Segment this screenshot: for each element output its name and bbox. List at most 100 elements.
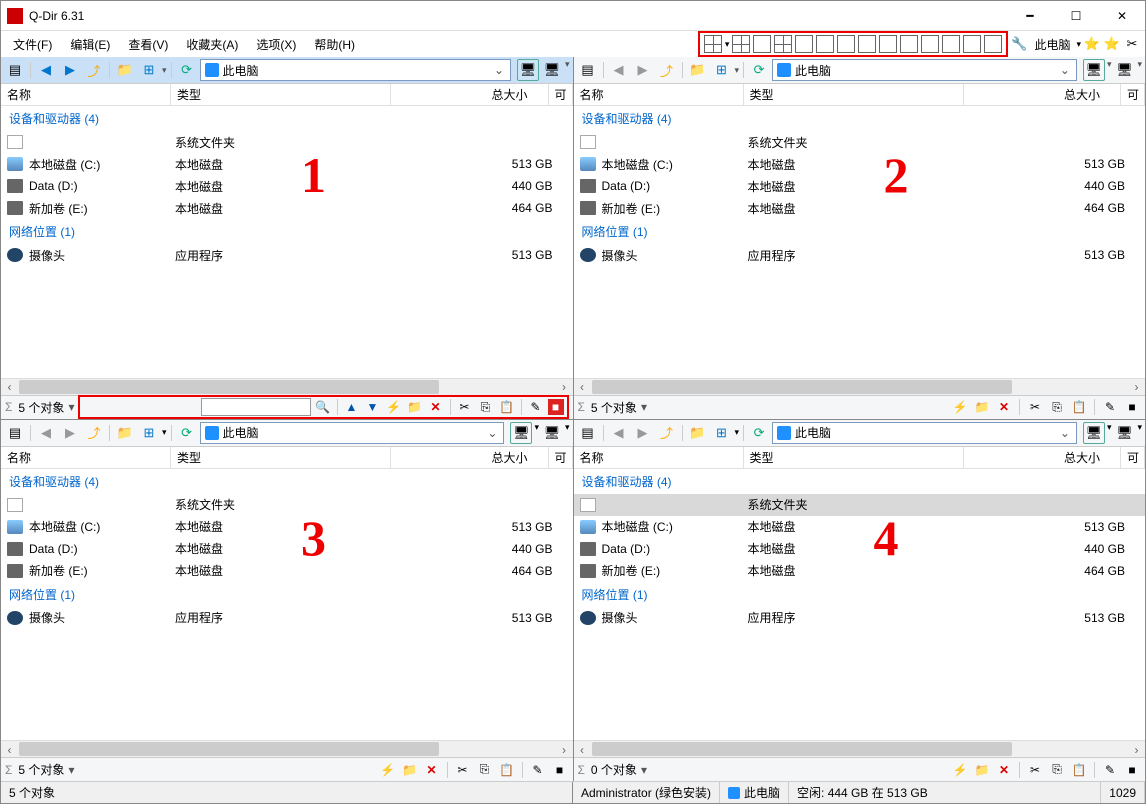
views-icon[interactable]: ⊞ xyxy=(711,59,733,81)
fav-icon[interactable]: ⭐ xyxy=(1083,35,1101,53)
layout-icon[interactable] xyxy=(732,35,750,53)
tool-icon[interactable]: ✂ xyxy=(1123,35,1141,53)
tabs-icon[interactable]: ▤ xyxy=(577,59,599,81)
paste-icon[interactable]: 📋 xyxy=(498,398,516,416)
fwd-icon[interactable]: ▶ xyxy=(59,59,81,81)
fav-icon[interactable]: 📁 xyxy=(114,59,136,81)
menu-view[interactable]: 查看(V) xyxy=(120,33,176,56)
layout-icon[interactable] xyxy=(774,35,792,53)
disk-icon xyxy=(7,157,23,171)
folder-icon xyxy=(7,135,23,149)
col-type[interactable]: 类型 xyxy=(171,84,391,105)
pane-4: ▤ ◀▶ ⤴ 📁⊞▾ ⟳ 此电脑⌄ 🖥▾🖥▾ 名称类型总大小可 设备和驱动器 (… xyxy=(574,420,1146,782)
list-item: 新加卷 (E:)本地磁盘464 GB xyxy=(1,197,573,219)
view1-icon[interactable]: 🖥 xyxy=(1083,59,1105,81)
layout-icon[interactable] xyxy=(984,35,1002,53)
layout-icon[interactable] xyxy=(816,35,834,53)
fav-icon[interactable]: 📁 xyxy=(687,59,709,81)
list-item: Data (D:)本地磁盘440 GB xyxy=(1,175,573,197)
delete-icon[interactable]: ✕ xyxy=(427,398,445,416)
nav-up-icon[interactable]: ▲ xyxy=(343,398,361,416)
layout-icon[interactable] xyxy=(795,35,813,53)
menu-edit[interactable]: 编辑(E) xyxy=(62,33,118,56)
computer-icon xyxy=(777,63,791,77)
up-icon[interactable]: ⤴ xyxy=(656,59,678,81)
newfolder-icon[interactable]: 📁 xyxy=(973,398,991,416)
pane-toolbar: ▤ ◀▶ ⤴ 📁⊞▾ ⟳ 此电脑⌄ 🖥▾🖥▾ xyxy=(574,420,1146,447)
edit-icon[interactable]: ✎ xyxy=(1101,398,1119,416)
file-list[interactable]: 设备和驱动器 (4) 系统文件夹 本地磁盘 (C:)本地磁盘513 GB Dat… xyxy=(574,106,1146,378)
bottom-status-bar: 5 个对象 Administrator (绿色安装) 此电脑 空闲: 444 G… xyxy=(1,781,1145,803)
addr-drop-icon[interactable]: ⌄ xyxy=(492,63,506,77)
menu-file[interactable]: 文件(F) xyxy=(5,33,60,56)
view2-icon[interactable]: 🖥 xyxy=(541,59,563,81)
layout-icon[interactable] xyxy=(837,35,855,53)
zap-icon[interactable]: ⚡ xyxy=(385,398,403,416)
paste-icon[interactable]: 📋 xyxy=(1070,398,1088,416)
layout-icon[interactable] xyxy=(753,35,771,53)
layout-icon[interactable] xyxy=(942,35,960,53)
back-icon[interactable]: ◀ xyxy=(608,59,630,81)
layout-icon[interactable] xyxy=(879,35,897,53)
layout-icon[interactable] xyxy=(963,35,981,53)
list-item-selected: 系统文件夹 xyxy=(574,494,1146,516)
pane-toolbar: ▤ ◀ ▶ ⤴ 📁 ⊞▾ ⟳ 此电脑 ⌄ 🖥 🖥▾ xyxy=(1,57,573,84)
address-bar[interactable]: 此电脑 ⌄ xyxy=(772,59,1077,81)
refresh-icon[interactable]: ⟳ xyxy=(176,59,198,81)
stop-icon[interactable]: ■ xyxy=(1123,398,1141,416)
file-list[interactable]: 设备和驱动器 (4) 系统文件夹 本地磁盘 (C:)本地磁盘513 GB Dat… xyxy=(1,106,573,378)
menu-opt[interactable]: 选项(X) xyxy=(248,33,304,56)
fwd-icon[interactable]: ▶ xyxy=(632,59,654,81)
close-button[interactable]: ✕ xyxy=(1099,1,1145,31)
edit-icon[interactable]: ✎ xyxy=(527,398,545,416)
layout-icon[interactable] xyxy=(921,35,939,53)
cut-icon[interactable]: ✂ xyxy=(456,398,474,416)
search-input[interactable] xyxy=(201,398,311,416)
refresh-icon[interactable]: ⟳ xyxy=(748,59,770,81)
search-go-icon[interactable]: 🔍 xyxy=(314,398,332,416)
delete-icon[interactable]: ✕ xyxy=(995,398,1013,416)
stop-icon[interactable]: ■ xyxy=(548,399,564,415)
camera-icon xyxy=(7,248,23,262)
status-num: 1029 xyxy=(1101,782,1145,803)
back-icon[interactable]: ◀ xyxy=(35,59,57,81)
menu-fav[interactable]: 收藏夹(A) xyxy=(178,33,246,56)
pane-status: Σ5 个对象▾ ⚡ 📁 ✕ ✂ ⎘ 📋 ✎ ■ xyxy=(574,395,1146,419)
location-label[interactable]: 此电脑 xyxy=(1030,36,1074,53)
star-icon[interactable]: ⭐ xyxy=(1103,35,1121,53)
copy-icon[interactable]: ⎘ xyxy=(477,398,495,416)
sigma-icon: Σ xyxy=(5,400,12,414)
newfolder-icon[interactable]: 📁 xyxy=(406,398,424,416)
group-network[interactable]: 网络位置 (1) xyxy=(1,219,573,244)
copy-icon[interactable]: ⎘ xyxy=(1048,398,1066,416)
minimize-button[interactable]: ━ xyxy=(1007,1,1053,31)
cut-icon[interactable]: ✂ xyxy=(1026,398,1044,416)
list-item: 摄像头应用程序513 GB xyxy=(1,244,573,266)
tabs-icon[interactable]: ▤ xyxy=(4,59,26,81)
menu-help[interactable]: 帮助(H) xyxy=(306,33,363,56)
layout-4pane-icon[interactable] xyxy=(704,35,722,53)
list-item: 本地磁盘 (C:)本地磁盘513 GB xyxy=(1,153,573,175)
views-icon[interactable]: ⊞ xyxy=(138,59,160,81)
addr-drop-icon[interactable]: ⌄ xyxy=(1058,63,1072,77)
nav-dn-icon[interactable]: ▼ xyxy=(364,398,382,416)
view1-icon[interactable]: 🖥 xyxy=(517,59,539,81)
status-left: 5 个对象 xyxy=(1,782,573,803)
pane-status: Σ 5 个对象 ▾ 🔍 ▲ ▼ ⚡ 📁 ✕ ✂ ⎘ 📋 ✎ ■ xyxy=(1,395,573,419)
col-name[interactable]: 名称 xyxy=(1,84,171,105)
address-bar[interactable]: 此电脑 ⌄ xyxy=(200,59,511,81)
layout-icon[interactable] xyxy=(858,35,876,53)
filter-icon[interactable]: 🔧 xyxy=(1010,35,1028,53)
col-tail[interactable]: 可 xyxy=(549,84,573,105)
maximize-button[interactable]: ☐ xyxy=(1053,1,1099,31)
col-size[interactable]: 总大小 xyxy=(391,84,549,105)
h-scrollbar[interactable]: ‹› xyxy=(1,378,573,395)
layout-icon[interactable] xyxy=(900,35,918,53)
group-devices[interactable]: 设备和驱动器 (4) xyxy=(1,106,573,131)
pane-toolbar: ▤ ◀ ▶ ⤴ 📁 ⊞▾ ⟳ 此电脑 ⌄ 🖥▾🖥▾ xyxy=(574,57,1146,84)
up-icon[interactable]: ⤴ xyxy=(83,59,105,81)
view2-icon[interactable]: 🖥 xyxy=(1113,59,1135,81)
h-scrollbar[interactable]: ‹› xyxy=(574,378,1146,395)
status-drop-icon[interactable]: ▾ xyxy=(68,400,74,414)
zap-icon[interactable]: ⚡ xyxy=(951,398,969,416)
